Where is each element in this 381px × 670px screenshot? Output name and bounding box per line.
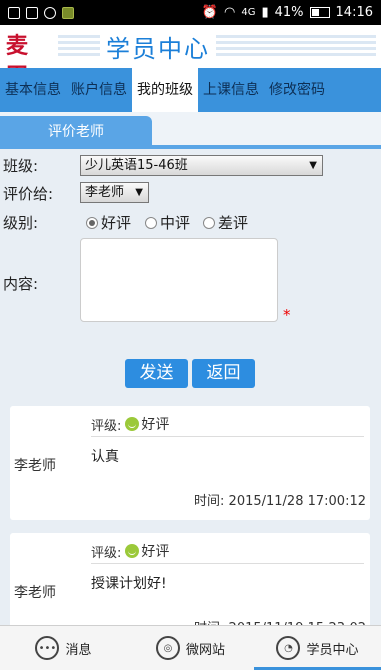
globe-icon: ◎ [155,636,180,660]
wifi-icon: ◠ [224,5,236,20]
nav-microsite[interactable]: ◎ 微网站 [127,626,254,670]
radio-button[interactable] [203,216,215,229]
status-bar: ⏰ ◠ 4G ▮ 41% 14:16 [0,0,381,25]
smile-icon [125,417,140,431]
tab-change-password[interactable]: 修改密码 [264,68,330,112]
signal-icon: ▮ [261,5,269,20]
battery-icon [309,7,330,18]
nav-messages[interactable]: ••• 消息 [0,626,127,670]
radio-button[interactable] [86,216,98,229]
review-card: 李老师 评级: 好评 认真 时间: 2015/11/28 17:00:12 [10,406,370,520]
grade-value: 好评 [141,544,170,560]
teacher-select-value: 李老师 [85,185,125,200]
battery-percent: 41% [274,5,304,20]
app-notification-icon [62,6,74,19]
status-left-icons [8,6,74,19]
nav-student-center-label: 学员中心 [306,642,359,658]
radio-bad[interactable]: 差评 [203,212,248,233]
teacher-select[interactable]: 李老师 ▼ [80,182,149,203]
tab-basic-info[interactable]: 基本信息 [0,68,66,112]
review-grade-row: 评级: 好评 [91,412,364,437]
nav-student-center[interactable]: ◔ 学员中心 [254,626,381,670]
tab-my-class[interactable]: 我的班级 [132,68,198,112]
logo: 麦田 [6,33,29,89]
dropdown-arrow-icon: ▼ [309,160,317,171]
radio-good[interactable]: 好评 [86,212,131,233]
smile-icon [125,544,140,558]
page-title: 学员中心 [100,29,216,64]
class-label: 班级: [3,157,39,175]
dropdown-arrow-icon: ▼ [135,187,143,198]
review-time: 时间: 2015/11/28 17:00:12 [194,494,366,509]
send-button[interactable]: 发送 [125,359,188,388]
notification-icon [8,6,20,19]
main-tabs: 基本信息 账户信息 我的班级 上课信息 修改密码 [0,68,381,112]
radio-neutral[interactable]: 中评 [145,212,190,233]
required-mark: * [283,306,291,324]
review-comment: 认真 [91,449,119,465]
sync-icon [44,6,56,19]
review-grade-row: 评级: 好评 [91,539,364,564]
main-content: 班级: 少儿英语15-46班 ▼ 评价给: 李老师 ▼ 级别: 好评 中评 差评… [0,149,381,647]
clock: 14:16 [335,5,373,20]
radio-good-label: 好评 [101,214,132,232]
back-button[interactable]: 返回 [192,359,255,388]
nav-microsite-label: 微网站 [185,642,225,658]
tab-evaluate-teacher[interactable]: 评价老师 [0,116,152,149]
status-right-icons: ⏰ ◠ 4G ▮ 41% 14:16 [202,5,373,20]
radio-neutral-label: 中评 [160,214,191,232]
level-label: 级别: [3,214,39,232]
grade-value: 好评 [141,417,170,433]
evaluate-to-label: 评价给: [3,185,54,203]
keyboard-icon [26,6,38,19]
class-select-value: 少儿英语15-46班 [85,158,188,173]
user-icon: ◔ [276,636,301,660]
class-select[interactable]: 少儿英语15-46班 ▼ [80,155,323,176]
bottom-nav: ••• 消息 ◎ 微网站 ◔ 学员中心 [0,625,381,670]
review-teacher: 李老师 [14,458,56,474]
review-teacher: 李老师 [14,585,56,601]
radio-button[interactable] [145,216,157,229]
sub-tab-bar: 评价老师 [0,112,381,149]
chat-icon: ••• [35,636,60,660]
tab-account-info[interactable]: 账户信息 [66,68,132,112]
radio-bad-label: 差评 [218,214,249,232]
nav-messages-label: 消息 [65,642,92,658]
tab-class-info[interactable]: 上课信息 [198,68,264,112]
grade-label: 评级: [91,418,122,434]
grade-label: 评级: [91,545,122,561]
content-textarea[interactable] [80,238,278,322]
content-label: 内容: [3,275,39,293]
app-header: 麦田 学员中心 [0,25,381,89]
network-type: 4G [241,7,256,18]
review-comment: 授课计划好! [91,576,167,592]
alarm-icon: ⏰ [201,5,218,20]
